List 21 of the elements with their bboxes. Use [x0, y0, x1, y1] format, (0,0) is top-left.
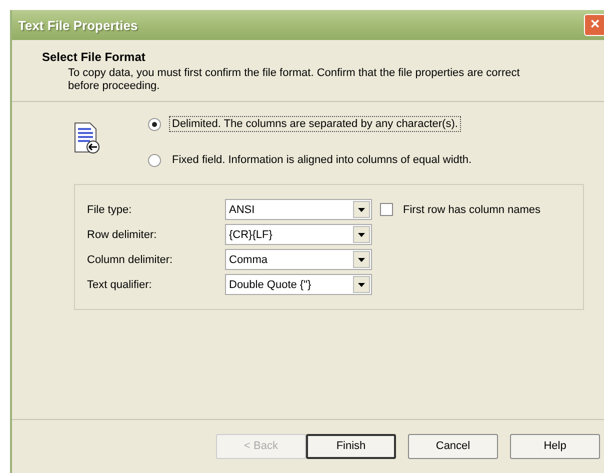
dropdown-arrow-icon: [358, 282, 365, 286]
field-label: Text qualifier:: [87, 278, 153, 290]
dialog-button[interactable]: Help: [510, 434, 600, 458]
dropdown-field[interactable]: ANSI: [225, 199, 372, 220]
dialog-button[interactable]: Cancel: [408, 434, 498, 458]
dropdown-field[interactable]: Comma: [225, 249, 372, 270]
field-label: File type:: [87, 204, 133, 216]
dropdown-arrow-icon: [358, 208, 365, 212]
window-title: Text File Properties: [18, 18, 138, 32]
dropdown-field[interactable]: {CR}{LF}: [225, 224, 372, 245]
dialog-button[interactable]: Finish: [306, 434, 396, 458]
dropdown-arrow-icon: [358, 232, 365, 236]
format-radio-option[interactable]: Fixed field. Information is aligned into columns of equal width.: [148, 152, 475, 168]
column-names-checkbox[interactable]: First row has column names: [380, 203, 541, 216]
dropdown-arrow-icon: [358, 258, 365, 262]
section-title: Select File Format: [42, 50, 146, 64]
field-label: Column delimiter:: [87, 254, 174, 266]
field-label: Row delimiter:: [87, 228, 158, 240]
dropdown-field[interactable]: Double Quote {"}: [225, 274, 372, 295]
section-description: To copy data, you must first confirm the file format. Confirm that the file properties are correct before proceeding.: [67, 67, 521, 93]
document-import-icon: [74, 122, 100, 154]
